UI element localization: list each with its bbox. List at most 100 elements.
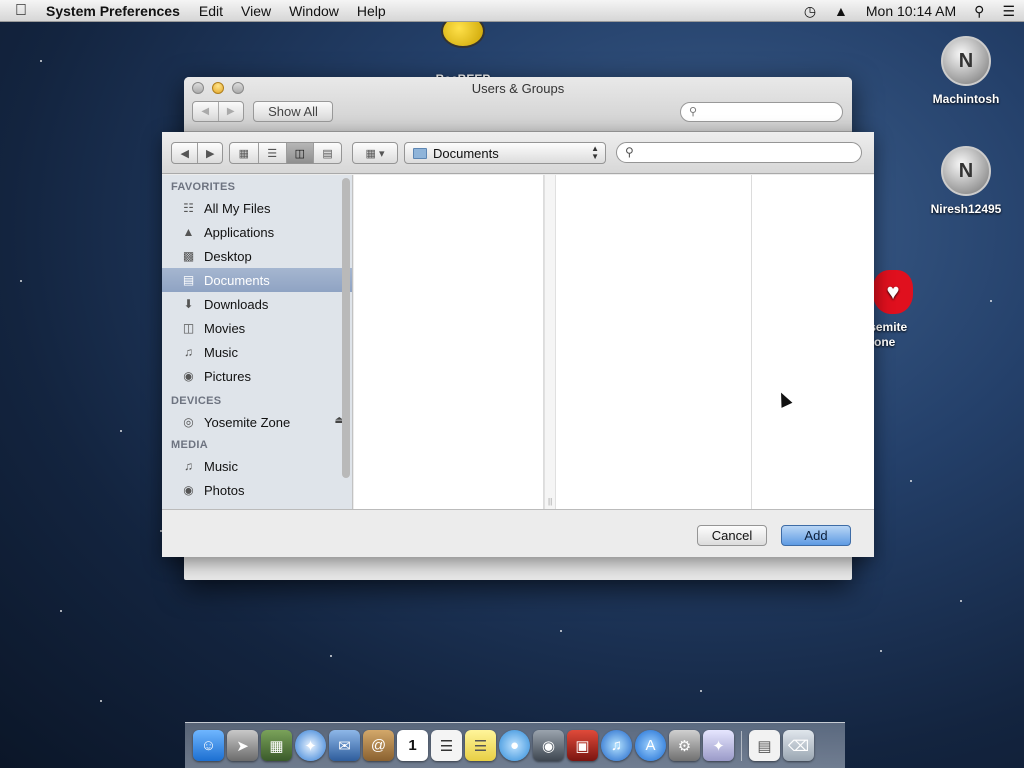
menu-edit[interactable]: Edit: [190, 3, 232, 19]
desktop-icon-beebeep[interactable]: BeeBEEP: [418, 14, 508, 86]
finder-sidebar: FAVORITES ☷ All My Files ▲ Applications ▩ D…: [162, 175, 353, 509]
path-popup-label: Documents: [433, 145, 499, 161]
sidebar-item-label: Downloads: [204, 296, 269, 312]
contacts-icon[interactable]: @: [363, 730, 394, 761]
menu-view[interactable]: View: [232, 3, 280, 19]
time-machine-icon[interactable]: ◷: [795, 3, 825, 20]
list-view-icon[interactable]: ☰: [257, 143, 286, 163]
sidebar-item-yosemite-zone[interactable]: ◎ Yosemite Zone ⏏: [162, 410, 352, 434]
arrange-menu[interactable]: ▦ ▾: [352, 142, 398, 164]
document-icon[interactable]: ▤: [749, 730, 780, 761]
sidebar-item-label: Music: [204, 344, 238, 360]
facetime-icon[interactable]: ◉: [533, 730, 564, 761]
sidebar-item-media-music[interactable]: ♫ Music: [162, 454, 352, 478]
pref-search-field[interactable]: ⚲: [680, 102, 843, 122]
back-arrow-icon[interactable]: ◀: [193, 102, 218, 121]
itunes-icon[interactable]: ♫: [601, 730, 632, 761]
finder-icon[interactable]: ☺: [193, 730, 224, 761]
sidebar-item-desktop[interactable]: ▩ Desktop: [162, 244, 352, 268]
calendar-icon[interactable]: 1: [397, 730, 428, 761]
cover-flow-icon[interactable]: ▤: [313, 143, 341, 163]
sheet-search-field[interactable]: ⚲: [616, 142, 862, 163]
add-button[interactable]: Add: [781, 525, 851, 546]
sidebar-heading-devices: DEVICES: [171, 395, 222, 407]
menu-clock[interactable]: Mon 10:14 AM: [857, 3, 965, 19]
volume-icon[interactable]: ▲: [825, 3, 857, 19]
column-resize-handle[interactable]: ||: [544, 175, 556, 509]
browser-column[interactable]: [752, 175, 874, 509]
calendar-day: 1: [408, 737, 417, 754]
desktop-icon: ▩: [182, 249, 195, 263]
show-all-button[interactable]: Show All: [253, 101, 333, 122]
sidebar-heading-favorites: FAVORITES: [171, 181, 236, 193]
browser-column[interactable]: [354, 175, 544, 509]
photo-booth-icon[interactable]: ▣: [567, 730, 598, 761]
desktop-icon-niresh[interactable]: N Niresh12495: [921, 146, 1011, 216]
desktop-icon-machintosh[interactable]: N Machintosh: [921, 36, 1011, 106]
sidebar-scrollbar[interactable]: [342, 178, 350, 478]
system-preferences-icon[interactable]: ⚙: [669, 730, 700, 761]
music-icon: ♫: [184, 459, 193, 473]
pref-nav-buttons: ◀ ▶: [192, 101, 244, 122]
sidebar-item-downloads[interactable]: ⬇ Downloads: [162, 292, 352, 316]
messages-icon[interactable]: ●: [499, 730, 530, 761]
hard-disk-icon: N: [941, 36, 991, 86]
back-arrow-icon[interactable]: ◀: [172, 143, 197, 163]
app-store-icon[interactable]: A: [635, 730, 666, 761]
cancel-button[interactable]: Cancel: [697, 525, 767, 546]
dock-separator: [741, 730, 742, 761]
file-chooser-sheet: ◀ ▶ ▦ ☰ ◫ ▤ ▦ ▾ Documents ▲ ▼ ⚲ FAVORITES…: [162, 132, 874, 557]
menu-window[interactable]: Window: [280, 3, 348, 19]
mission-control-icon[interactable]: ▦: [261, 730, 292, 761]
sheet-footer: Cancel Add: [162, 509, 874, 557]
applications-icon: ▲: [182, 225, 195, 239]
documents-icon: ▤: [182, 273, 195, 287]
column-browser: ||: [354, 175, 874, 509]
view-mode-switcher: ▦ ☰ ◫ ▤: [229, 142, 342, 164]
sidebar-item-label: Photos: [204, 482, 245, 498]
sidebar-item-movies[interactable]: ◫ Movies: [162, 316, 352, 340]
safari-icon[interactable]: ✦: [295, 730, 326, 761]
apple-menu-icon[interactable]: : [0, 2, 42, 20]
utility-icon[interactable]: ✦: [703, 730, 734, 761]
dock: ☺ ➤ ▦ ✦ ✉ @ 1 ☰ ☰ ● ◉ ▣ ♫ A ⚙ ✦ ▤ ⌫: [185, 722, 845, 768]
trash-icon[interactable]: ⌫: [783, 730, 814, 761]
column-view-icon[interactable]: ◫: [285, 143, 314, 163]
spotlight-icon[interactable]: ⚲: [965, 3, 993, 20]
arrange-grid-icon: ▦ ▾: [365, 147, 385, 160]
search-icon: ⚲: [625, 145, 634, 159]
sidebar-item-all-my-files[interactable]: ☷ All My Files: [162, 196, 352, 220]
sidebar-item-documents[interactable]: ▤ Documents: [162, 268, 352, 292]
notification-center-icon[interactable]: ☰: [993, 3, 1024, 20]
menu-app-name[interactable]: System Preferences: [42, 3, 190, 19]
reminders-icon[interactable]: ☰: [431, 730, 462, 761]
menu-help[interactable]: Help: [348, 3, 395, 19]
sidebar-item-label: All My Files: [204, 200, 271, 216]
icon-view-icon[interactable]: ▦: [230, 143, 258, 163]
browser-column[interactable]: [557, 175, 752, 509]
music-icon: ♫: [184, 345, 193, 359]
mail-icon[interactable]: ✉: [329, 730, 360, 761]
sidebar-item-label: Music: [204, 458, 238, 474]
sidebar-item-pictures[interactable]: ◉ Pictures: [162, 364, 352, 388]
sidebar-item-photos[interactable]: ◉ Photos: [162, 478, 352, 502]
popup-arrows-icon: ▲ ▼: [591, 144, 599, 161]
sidebar-item-music[interactable]: ♫ Music: [162, 340, 352, 364]
forward-arrow-icon[interactable]: ▶: [217, 102, 244, 121]
menu-bar:  System Preferences Edit View Window He…: [0, 0, 1024, 22]
launchpad-icon[interactable]: ➤: [227, 730, 258, 761]
disk-icon: ◎: [183, 415, 194, 429]
all-files-icon: ☷: [183, 201, 194, 215]
downloads-icon: ⬇: [183, 297, 194, 311]
search-icon: ⚲: [689, 106, 698, 118]
path-popup[interactable]: Documents ▲ ▼: [404, 142, 606, 164]
sidebar-item-label: Movies: [204, 320, 246, 336]
window-title: Users & Groups: [471, 81, 565, 96]
desktop-icon-label: Niresh12495: [930, 202, 1002, 216]
hard-disk-icon: N: [941, 146, 991, 196]
sidebar-item-applications[interactable]: ▲ Applications: [162, 220, 352, 244]
desktop-icon-label: Machintosh: [932, 92, 1000, 106]
forward-arrow-icon[interactable]: ▶: [197, 143, 222, 163]
notes-icon[interactable]: ☰: [465, 730, 496, 761]
sidebar-heading-media: MEDIA: [171, 439, 208, 451]
